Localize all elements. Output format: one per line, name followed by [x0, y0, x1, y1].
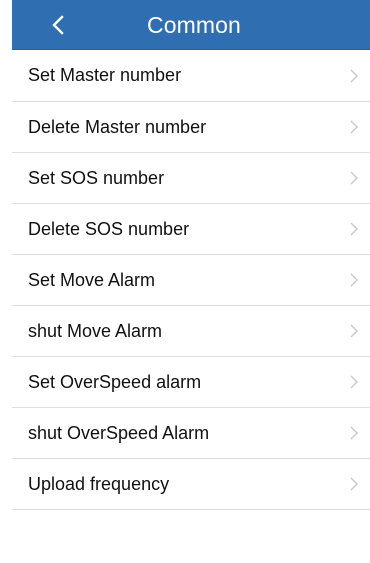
page-title: Common [147, 12, 241, 38]
common-settings-screen: Common Set Master number Delete Master n… [0, 0, 370, 563]
chevron-right-icon [349, 50, 359, 101]
menu-item-set-sos-number[interactable]: Set SOS number [12, 153, 370, 204]
chevron-right-icon [349, 357, 359, 407]
menu-item-set-master-number[interactable]: Set Master number [12, 50, 370, 102]
menu-item-label: Set OverSpeed alarm [28, 371, 202, 392]
chevron-right-icon [349, 204, 359, 254]
menu-item-upload-frequency[interactable]: Upload frequency [12, 459, 370, 510]
navigation-bar: Common [12, 0, 370, 50]
menu-item-label: Set Move Alarm [28, 269, 156, 290]
chevron-right-icon [349, 459, 359, 509]
chevron-right-icon [349, 255, 359, 305]
chevron-right-icon [349, 306, 359, 356]
menu-item-delete-master-number[interactable]: Delete Master number [12, 102, 370, 153]
menu-item-label: Set SOS number [28, 167, 165, 188]
menu-item-label: Set Master number [28, 65, 182, 85]
chevron-right-icon [349, 408, 359, 458]
settings-list: Set Master number Delete Master number S… [12, 50, 370, 510]
menu-item-label: Upload frequency [28, 473, 170, 494]
menu-item-delete-sos-number[interactable]: Delete SOS number [12, 204, 370, 255]
menu-item-label: shut OverSpeed Alarm [28, 422, 210, 443]
menu-item-shut-move-alarm[interactable]: shut Move Alarm [12, 306, 370, 357]
menu-item-label: Delete Master number [28, 116, 207, 137]
menu-item-label: Delete SOS number [28, 218, 190, 239]
chevron-right-icon [349, 153, 359, 203]
menu-item-shut-overspeed-alarm[interactable]: shut OverSpeed Alarm [12, 408, 370, 459]
menu-item-set-overspeed-alarm[interactable]: Set OverSpeed alarm [12, 357, 370, 408]
menu-item-set-move-alarm[interactable]: Set Move Alarm [12, 255, 370, 306]
chevron-right-icon [349, 102, 359, 152]
menu-item-label: shut Move Alarm [28, 320, 163, 341]
